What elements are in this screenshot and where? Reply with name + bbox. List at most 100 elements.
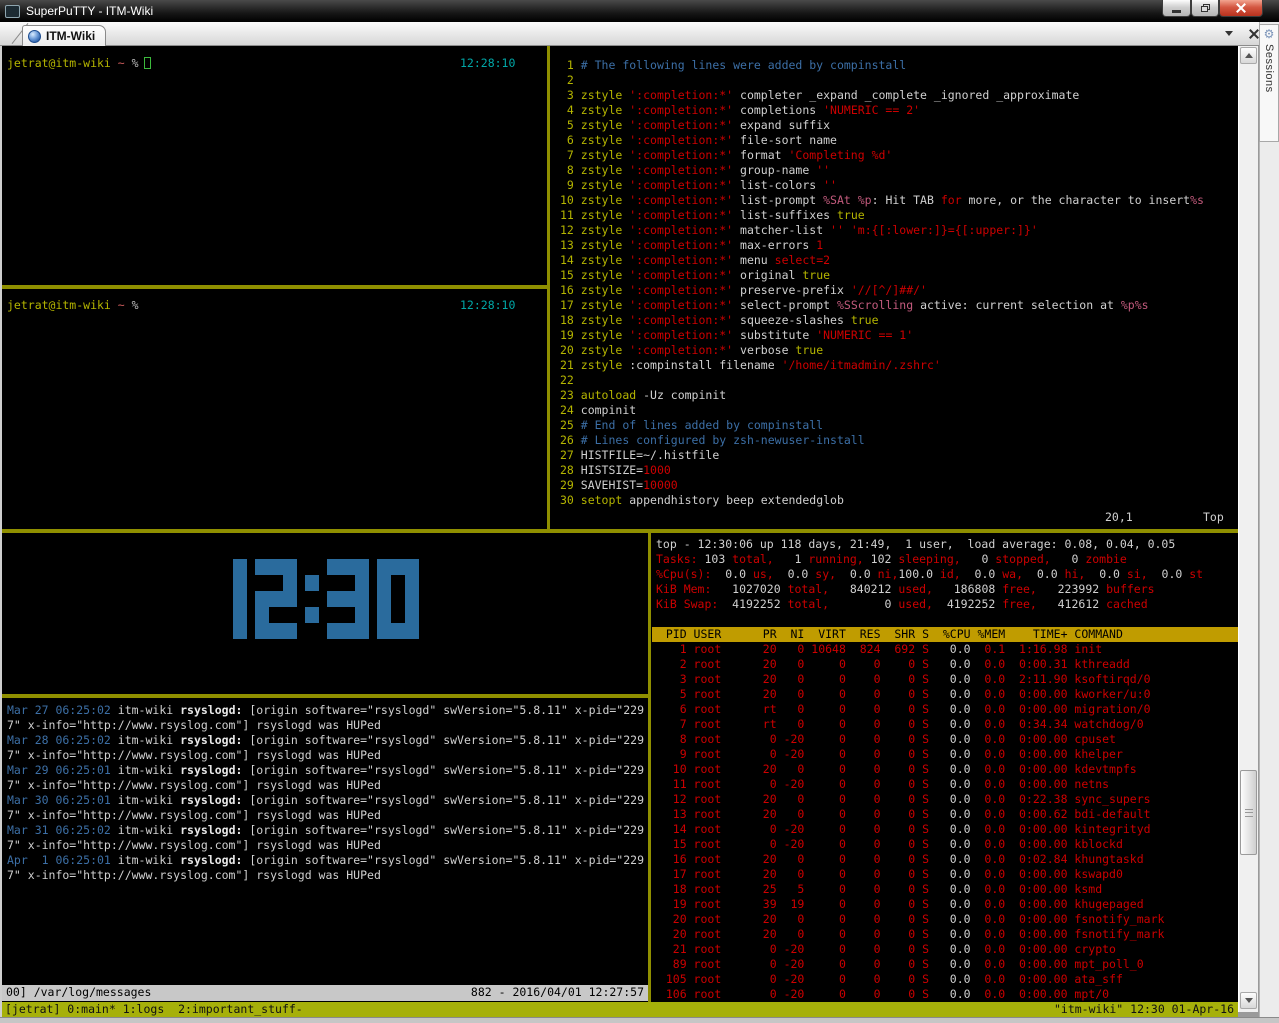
top-process-row: 6 root rt 0 0 0 0 S 0.0 0.0 0:00.00 migr…	[652, 702, 1151, 717]
top-process-row: 8 root 0 -20 0 0 0 S 0.0 0.0 0:00.00 cpu…	[652, 732, 1116, 747]
shell1-timestamp: 12:28:10	[460, 56, 515, 71]
arrow-down-icon	[1245, 998, 1253, 1003]
arrow-up-icon	[1245, 53, 1253, 58]
vim-line: 7 zstyle ':completion:*' format 'Complet…	[560, 148, 892, 163]
restore-button[interactable]	[1191, 0, 1219, 17]
top-process-row: 15 root 0 -20 0 0 0 S 0.0 0.0 0:00.00 kb…	[652, 837, 1123, 852]
vim-line: 9 zstyle ':completion:*' list-colors ''	[560, 178, 837, 193]
top-summary-line: %Cpu(s): 0.0 us, 0.0 sy, 0.0 ni,100.0 id…	[656, 567, 1203, 582]
minimize-button[interactable]	[1162, 0, 1191, 17]
clock-segment	[269, 591, 283, 607]
restore-icon	[1201, 4, 1210, 12]
top-process-row: 18 root 25 5 0 0 0 S 0.0 0.0 0:00.00 ksm…	[652, 882, 1102, 897]
top-process-row: 106 root 0 -20 0 0 0 S 0.0 0.0 0:00.00 m…	[652, 987, 1109, 1002]
chevron-down-icon[interactable]	[1225, 31, 1233, 36]
vim-line: 20 zstyle ':completion:*' verbose true	[560, 343, 823, 358]
clock-segment	[305, 607, 319, 623]
clock-segment	[405, 591, 419, 607]
clock-segment	[283, 623, 297, 639]
pane-border-clock-log[interactable]	[2, 694, 648, 698]
top-process-row: 1 root 20 0 10648 824 692 S 0.0 0.1 1:16…	[652, 642, 1102, 657]
top-process-row: 9 root 0 -20 0 0 0 S 0.0 0.0 0:00.00 khe…	[652, 747, 1123, 762]
top-process-row: 17 root 20 0 0 0 0 S 0.0 0.0 0:00.00 ksw…	[652, 867, 1123, 882]
top-process-row: 89 root 0 -20 0 0 0 S 0.0 0.0 0:00.00 mp…	[652, 957, 1144, 972]
close-icon	[1236, 3, 1246, 13]
clock-segment	[405, 575, 419, 591]
log-line: Mar 28 06:25:02 itm-wiki rsyslogd: [orig…	[7, 733, 644, 748]
log-line: 7" x-info="http://www.rsyslog.com"] rsys…	[7, 748, 381, 763]
clock-segment	[355, 575, 369, 591]
tmux-status-bar[interactable]: [jetrat] 0:main* 1:logs 2:important_stuf…	[2, 1002, 1238, 1017]
tmux-windows-list: [jetrat] 0:main* 1:logs 2:important_stuf…	[5, 1002, 303, 1017]
clock-segment	[255, 559, 269, 575]
terminal-area[interactable]: jetrat@itm-wiki ~ % 12:28:10 jetrat@itm-…	[2, 46, 1238, 1017]
vim-line: 2	[560, 73, 581, 88]
vim-line: 16 zstyle ':completion:*' preserve-prefi…	[560, 283, 927, 298]
app-icon	[5, 5, 20, 18]
scrollbar-grip	[1245, 809, 1253, 817]
vim-line: 14 zstyle ':completion:*' menu select=2	[560, 253, 830, 268]
clock-segment	[341, 623, 355, 639]
window-frame-bottom	[0, 1017, 1279, 1023]
vim-line: 6 zstyle ':completion:*' file-sort name	[560, 133, 837, 148]
vim-line: 26 # Lines configured by zsh-newuser-ins…	[560, 433, 865, 448]
vim-line: 10 zstyle ':completion:*' list-prompt %S…	[560, 193, 1204, 208]
minimize-icon	[1172, 10, 1181, 13]
clock-segment	[327, 591, 341, 607]
clock-segment	[355, 591, 369, 607]
sessions-dock-strip	[1259, 22, 1279, 1017]
vim-line: 1 # The following lines were added by co…	[560, 58, 906, 73]
top-summary-line: top - 12:30:06 up 118 days, 21:49, 1 use…	[656, 537, 1175, 552]
clock-segment	[405, 623, 419, 639]
clock-segment	[391, 559, 405, 575]
close-button[interactable]	[1219, 0, 1263, 17]
clock-segment	[405, 559, 419, 575]
pane-border-main[interactable]	[2, 529, 1238, 533]
title-bar[interactable]: SuperPuTTY - ITM-Wiki	[0, 0, 1279, 22]
clock-segment	[377, 575, 391, 591]
log-line: 7" x-info="http://www.rsyslog.com"] rsys…	[7, 778, 381, 793]
clock-segment	[233, 575, 247, 591]
vim-line: 29 SAVEHIST=10000	[560, 478, 678, 493]
clock-segment	[327, 623, 341, 639]
clock-segment	[355, 559, 369, 575]
tabstrip-close-icon[interactable]	[1249, 29, 1259, 39]
sessions-panel-tab[interactable]: ⚙ Sessions	[1259, 24, 1279, 142]
clock-segment	[405, 607, 419, 623]
scrollbar-thumb[interactable]	[1240, 770, 1257, 855]
pane-border-vertical-bottom[interactable]	[648, 533, 651, 1002]
pane-border-shell-split[interactable]	[2, 285, 547, 289]
top-summary-line: Tasks: 103 total, 1 running, 102 sleepin…	[656, 552, 1127, 567]
sessions-panel-label: Sessions	[1263, 44, 1275, 93]
vim-line: 13 zstyle ':completion:*' max-errors 1	[560, 238, 823, 253]
vim-line: 5 zstyle ':completion:*' expand suffix	[560, 118, 830, 133]
terminal-scrollbar[interactable]	[1238, 46, 1258, 1012]
clock-segment	[233, 607, 247, 623]
clock-segment	[255, 623, 269, 639]
gear-icon: ⚙	[1264, 27, 1275, 41]
vim-line: 11 zstyle ':completion:*' list-suffixes …	[560, 208, 865, 223]
clock-segment	[341, 591, 355, 607]
clock-segment	[255, 591, 269, 607]
top-process-row: 20 root 20 0 0 0 0 S 0.0 0.0 0:00.00 fsn…	[652, 927, 1164, 942]
pane-border-vertical-top[interactable]	[547, 46, 550, 529]
vim-ruler-scroll: Top	[1203, 510, 1224, 525]
log-line: 7" x-info="http://www.rsyslog.com"] rsys…	[7, 868, 381, 883]
vim-line: 24 compinit	[560, 403, 636, 418]
tab-label: ITM-Wiki	[46, 29, 95, 43]
shell1-prompt: jetrat@itm-wiki ~ %	[7, 56, 151, 71]
clock-segment	[355, 607, 369, 623]
vim-line: 30 setopt appendhistory beep extendedglo…	[560, 493, 844, 508]
top-process-row: 105 root 0 -20 0 0 0 S 0.0 0.0 0:00.00 a…	[652, 972, 1123, 987]
scroll-down-arrow[interactable]	[1240, 992, 1257, 1009]
vim-line: 4 zstyle ':completion:*' completions 'NU…	[560, 103, 920, 118]
scroll-up-arrow[interactable]	[1240, 47, 1257, 64]
vim-line: 22	[560, 373, 581, 388]
log-line: 7" x-info="http://www.rsyslog.com"] rsys…	[7, 838, 381, 853]
tab-itm-wiki[interactable]: ITM-Wiki	[22, 25, 106, 46]
clock-segment	[233, 559, 247, 575]
tab-globe-icon	[28, 30, 41, 43]
top-process-row: 20 root 20 0 0 0 0 S 0.0 0.0 0:00.00 fsn…	[652, 912, 1164, 927]
clock-segment	[377, 559, 391, 575]
clock-segment	[377, 591, 391, 607]
